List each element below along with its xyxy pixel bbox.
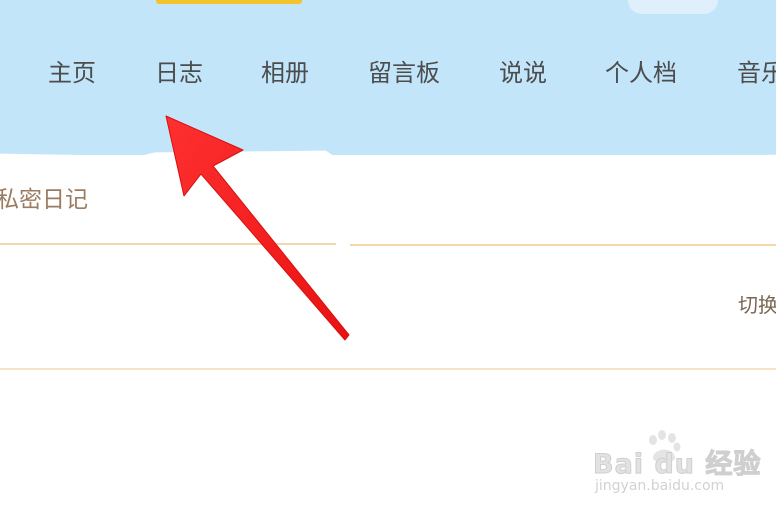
banner-decoration xyxy=(156,0,302,4)
watermark-url: jingyan.baidu.com xyxy=(595,478,725,494)
nav-item-moments[interactable]: 说说 xyxy=(499,52,547,94)
main-nav: 主页 日志 相册 留言板 说说 个人档 音乐 xyxy=(0,52,776,94)
nav-item-music[interactable]: 音乐 xyxy=(737,52,776,94)
divider xyxy=(350,244,776,246)
nav-item-home[interactable]: 主页 xyxy=(48,52,96,94)
qzone-page: 主页 日志 相册 留言板 说说 个人档 音乐 私密日记 切换 Bai du 经验… xyxy=(0,0,776,514)
tab-underline xyxy=(0,243,336,245)
nav-item-profile[interactable]: 个人档 xyxy=(605,52,677,94)
baidu-jingyan-watermark: Bai du 经验 jingyan.baidu.com xyxy=(592,428,761,498)
watermark-brand: Bai du 经验 xyxy=(592,449,762,481)
nav-item-blog[interactable]: 日志 xyxy=(155,52,203,94)
nav-item-guestbook[interactable]: 留言板 xyxy=(368,52,440,94)
banner-cloud-decoration xyxy=(628,0,718,14)
divider-bottom xyxy=(0,368,776,370)
private-diary-tab[interactable]: 私密日记 xyxy=(0,182,88,218)
nav-item-album[interactable]: 相册 xyxy=(261,52,309,94)
switch-link[interactable]: 切换 xyxy=(738,288,776,322)
